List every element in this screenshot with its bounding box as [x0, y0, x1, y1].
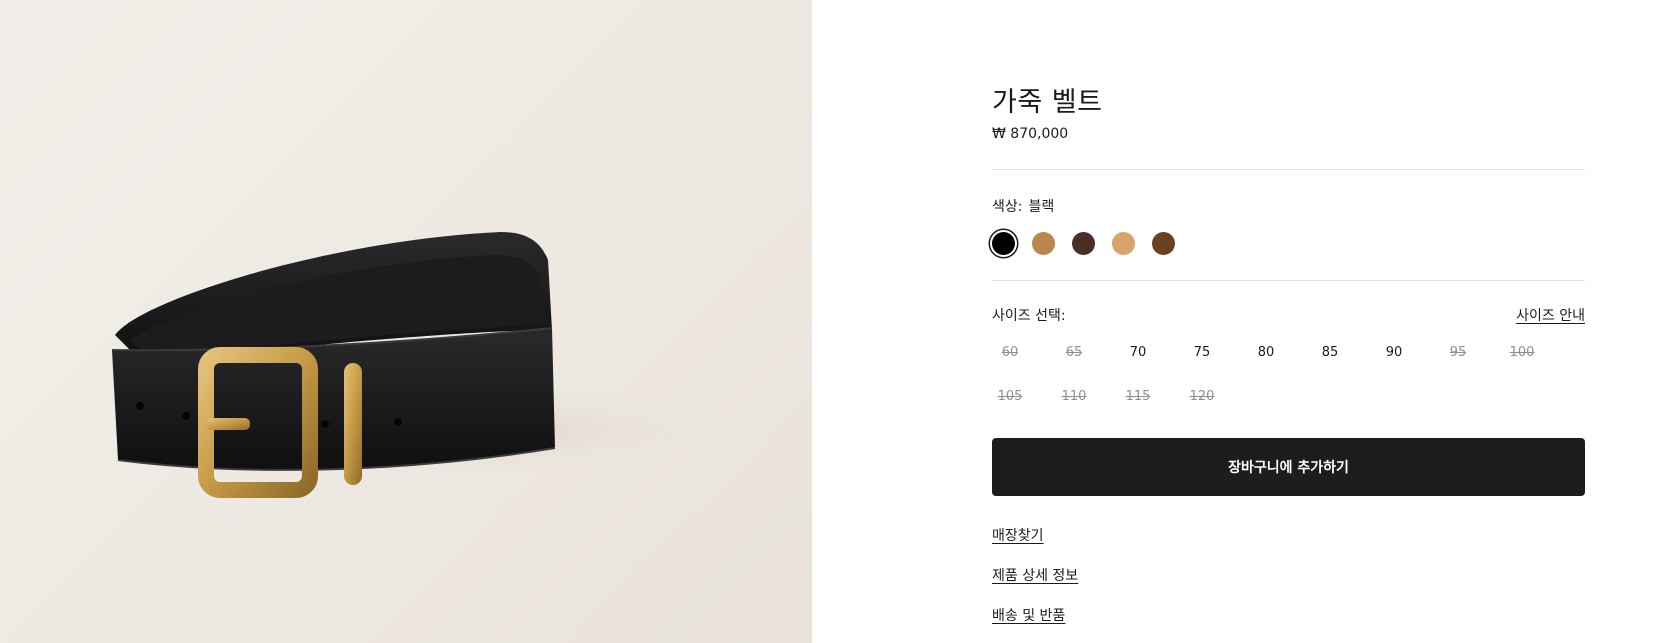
size-option-80[interactable]: 80: [1246, 345, 1286, 360]
selected-color: 블랙: [1028, 199, 1055, 215]
size-option-85[interactable]: 85: [1310, 345, 1350, 360]
belt-illustration: [111, 232, 720, 498]
color-swatch-black[interactable]: [992, 232, 1015, 255]
color-swatches: [992, 232, 1175, 255]
size-option-115[interactable]: 115: [1118, 389, 1158, 404]
size-option-70[interactable]: 70: [1118, 345, 1158, 360]
size-option-65[interactable]: 65: [1054, 345, 1094, 360]
divider: [992, 169, 1585, 170]
color-label: 색상:: [992, 199, 1023, 215]
product-price: ₩ 870,000: [992, 126, 1069, 142]
color-label-row: 색상: 블랙: [992, 196, 1054, 216]
size-option-120[interactable]: 120: [1182, 389, 1222, 404]
divider: [992, 280, 1585, 281]
product-image: [0, 0, 812, 643]
color-swatch-dark-brown[interactable]: [1072, 232, 1095, 255]
size-option-60[interactable]: 60: [990, 345, 1030, 360]
size-option-110[interactable]: 110: [1054, 389, 1094, 404]
size-option-100[interactable]: 100: [1502, 345, 1542, 360]
add-to-cart-button[interactable]: 장바구니에 추가하기: [992, 438, 1585, 496]
color-swatch-light-tan[interactable]: [1112, 232, 1135, 255]
size-option-90[interactable]: 90: [1374, 345, 1414, 360]
size-option-75[interactable]: 75: [1182, 345, 1222, 360]
store-locator-link[interactable]: 매장찾기: [992, 525, 1044, 545]
size-label: 사이즈 선택:: [992, 308, 1066, 324]
product-details-link[interactable]: 제품 상세 정보: [992, 565, 1078, 585]
shipping-returns-link[interactable]: 배송 및 반품: [992, 605, 1065, 625]
color-swatch-brown[interactable]: [1152, 232, 1175, 255]
size-guide-link[interactable]: 사이즈 안내: [1516, 305, 1585, 325]
product-info-panel: 가죽 벨트 ₩ 870,000 색상: 블랙 사이즈 선택: 사이즈 안내 60 6…: [992, 0, 1585, 643]
size-option-95[interactable]: 95: [1438, 345, 1478, 360]
color-swatch-tan[interactable]: [1032, 232, 1055, 255]
product-title: 가죽 벨트: [992, 87, 1103, 118]
size-option-105[interactable]: 105: [990, 389, 1030, 404]
